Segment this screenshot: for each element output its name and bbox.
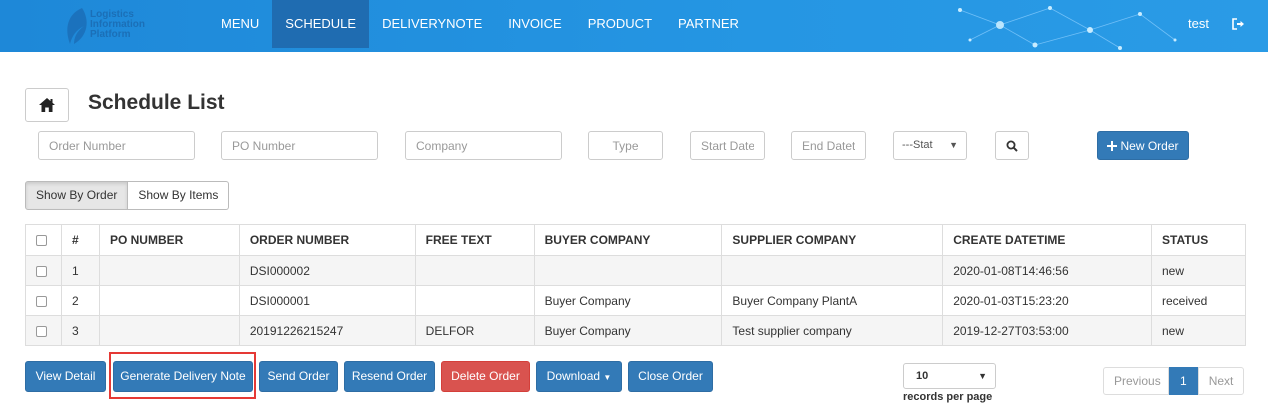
logout-icon[interactable] [1232, 18, 1245, 30]
start-date-input[interactable] [690, 131, 765, 160]
home-button[interactable] [25, 88, 69, 122]
row-free-text [414, 255, 535, 286]
user-name[interactable]: test [1188, 16, 1209, 31]
nav-menu[interactable]: MENU [208, 0, 272, 48]
row-order-number: DSI000002 [238, 255, 416, 286]
pagination-previous[interactable]: Previous [1103, 367, 1169, 395]
order-number-input[interactable] [38, 131, 195, 160]
row-checkbox[interactable] [36, 265, 47, 277]
row-order-number: DSI000001 [238, 285, 416, 316]
row-create-datetime: 2019-12-27T03:53:00 [942, 315, 1152, 346]
row-checkbox[interactable] [36, 295, 47, 307]
delete-order-button[interactable]: Delete Order [441, 361, 530, 392]
caret-down-icon: ▼ [949, 140, 958, 150]
row-supplier-company [721, 255, 944, 286]
row-po-number [98, 255, 240, 286]
end-date-input[interactable] [791, 131, 866, 160]
row-buyer-company: Buyer Company [533, 315, 723, 346]
row-status: received [1151, 285, 1246, 316]
table-row[interactable]: 1 DSI000002 2020-01-08T14:46:56 new [25, 255, 1246, 286]
records-per-page-value: 10 [916, 370, 929, 382]
col-header-po-number: PO NUMBER [98, 224, 240, 256]
new-order-label: New Order [1120, 138, 1179, 153]
company-input[interactable] [405, 131, 562, 160]
resend-order-button[interactable]: Resend Order [344, 361, 435, 392]
nav-deliverynote[interactable]: DELIVERYNOTE [369, 0, 495, 48]
col-header-order-number: ORDER NUMBER [238, 224, 416, 256]
row-po-number [98, 315, 240, 346]
main-nav: MENU SCHEDULE DELIVERYNOTE INVOICE PRODU… [208, 0, 752, 48]
row-create-datetime: 2020-01-03T15:23:20 [942, 285, 1152, 316]
pagination-next[interactable]: Next [1197, 367, 1245, 395]
brand-logo[interactable]: Logistics Information Platform [60, 6, 180, 46]
row-num: 2 [60, 285, 100, 316]
row-buyer-company [533, 255, 723, 286]
nav-product[interactable]: PRODUCT [575, 0, 665, 48]
row-status: new [1151, 255, 1246, 286]
show-by-items-button[interactable]: Show By Items [128, 181, 230, 210]
show-by-order-button[interactable]: Show By Order [25, 181, 129, 210]
records-per-page-label: records per page [903, 391, 993, 403]
row-num: 1 [60, 255, 100, 286]
select-all-checkbox[interactable] [36, 235, 47, 247]
view-toggle: Show By Order Show By Items [25, 181, 230, 210]
col-header-free-text: FREE TEXT [414, 224, 535, 256]
row-checkbox[interactable] [36, 325, 47, 337]
row-create-datetime: 2020-01-08T14:46:56 [942, 255, 1152, 286]
row-buyer-company: Buyer Company [533, 285, 723, 316]
pagination-page[interactable]: 1 [1169, 367, 1198, 395]
pagination: Previous 1 Next [1103, 367, 1245, 395]
row-status: new [1151, 315, 1246, 346]
status-select[interactable]: ---Stat ▼ [893, 131, 967, 160]
row-free-text [414, 285, 535, 316]
select-all-cell[interactable] [25, 224, 62, 256]
plus-icon [1107, 140, 1118, 151]
top-navbar: Logistics Information Platform MENU SCHE… [0, 0, 1268, 52]
home-icon [39, 98, 55, 112]
new-order-button[interactable]: New Order [1097, 131, 1189, 160]
search-icon [1006, 140, 1018, 152]
send-order-button[interactable]: Send Order [259, 361, 338, 392]
col-header-create-datetime: CREATE DATETIME [942, 224, 1152, 256]
row-po-number [98, 285, 240, 316]
nav-partner[interactable]: PARTNER [665, 0, 752, 48]
nav-invoice[interactable]: INVOICE [495, 0, 574, 48]
highlight-box [109, 352, 256, 399]
table-row[interactable]: 2 DSI000001 Buyer Company Buyer Company … [25, 285, 1246, 316]
search-button[interactable] [995, 131, 1029, 160]
row-free-text: DELFOR [414, 315, 535, 346]
nav-schedule[interactable]: SCHEDULE [272, 0, 370, 48]
po-number-input[interactable] [221, 131, 378, 160]
leaf-logo-icon [67, 8, 87, 44]
caret-down-icon: ▼ [978, 371, 987, 381]
download-button[interactable]: Download ▼ [536, 361, 622, 392]
row-num: 3 [60, 315, 100, 346]
row-order-number: 20191226215247 [238, 315, 416, 346]
download-label: Download [546, 369, 601, 383]
row-supplier-company: Buyer Company PlantA [721, 285, 944, 316]
records-per-page-select[interactable]: 10 ▼ [903, 363, 996, 389]
col-header-num: # [60, 224, 100, 256]
table-row[interactable]: 3 20191226215247 DELFOR Buyer Company Te… [25, 315, 1246, 346]
caret-down-icon: ▼ [603, 373, 612, 382]
view-detail-button[interactable]: View Detail [25, 361, 106, 392]
status-select-value: ---Stat [902, 139, 933, 151]
type-input[interactable] [588, 131, 663, 160]
col-header-buyer-company: BUYER COMPANY [533, 224, 723, 256]
row-supplier-company: Test supplier company [721, 315, 944, 346]
table-header-row: # PO NUMBER ORDER NUMBER FREE TEXT BUYER… [25, 224, 1246, 256]
page-title: Schedule List [88, 91, 225, 114]
col-header-supplier-company: SUPPLIER COMPANY [721, 224, 944, 256]
col-header-status: STATUS [1151, 224, 1246, 256]
network-decoration [958, 6, 1177, 50]
close-order-button[interactable]: Close Order [628, 361, 713, 392]
brand-line-3: Platform [90, 29, 131, 40]
schedule-table: # PO NUMBER ORDER NUMBER FREE TEXT BUYER… [25, 224, 1246, 346]
